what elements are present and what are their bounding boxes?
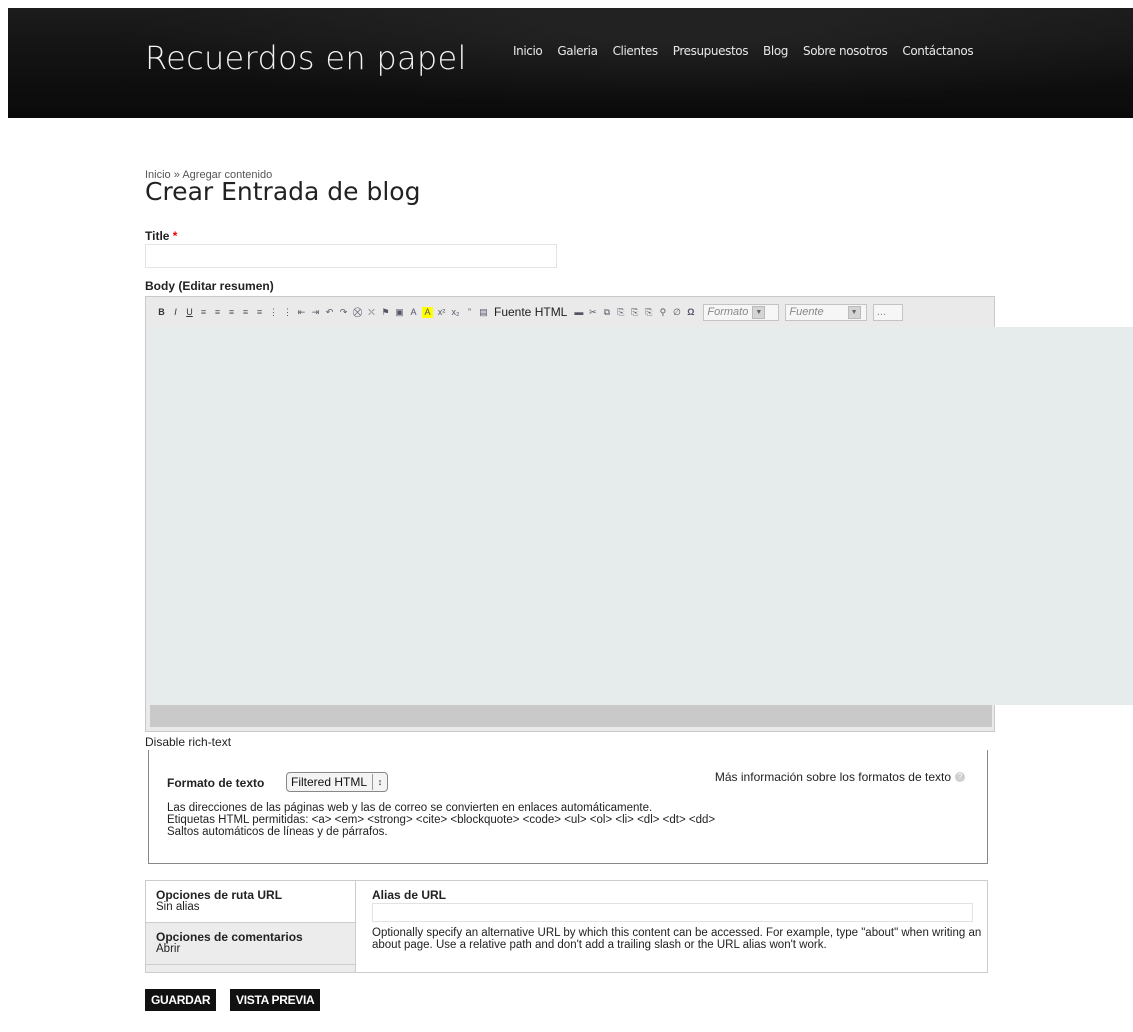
blockquote-icon[interactable]: ”	[464, 307, 475, 318]
align-left-icon[interactable]: ≡	[212, 307, 223, 318]
underline-icon[interactable]: U	[184, 307, 195, 318]
special-char-icon[interactable]: Ω	[685, 307, 696, 318]
align-justify-icon[interactable]: ≡	[254, 307, 265, 318]
text-format-help-link[interactable]: Más información sobre los formatos de te…	[715, 770, 965, 784]
font-dropdown[interactable]: Fuente ▼	[785, 303, 868, 321]
source-html-button[interactable]: Fuente HTML	[494, 305, 567, 319]
image-icon[interactable]: ▣	[394, 307, 405, 318]
title-input[interactable]	[145, 244, 557, 268]
tab-comment-settings[interactable]: Opciones de comentarios Abrir	[146, 923, 355, 965]
rich-text-editor: B I U ≡ ≡ ≡ ≡ ≡ ⋮ ⋮ ⇤ ⇥ ↶ ↷ ⛒ ⛌ ⚑ ▣ A A …	[145, 296, 1133, 732]
source-icon[interactable]: ▤	[478, 307, 489, 318]
title-label-text: Title	[145, 229, 170, 243]
site-header: Recuerdos en papel Inicio Galeria Client…	[8, 8, 1133, 118]
required-mark: *	[172, 229, 178, 243]
vertical-tab-list: Opciones de ruta URL Sin alias Opciones …	[146, 881, 356, 965]
site-name[interactable]: Recuerdos en papel	[145, 39, 467, 77]
nav-inicio[interactable]: Inicio	[513, 44, 543, 58]
disable-rich-text-link[interactable]: Disable rich-text	[145, 735, 231, 749]
outdent-icon[interactable]: ⇤	[296, 307, 307, 318]
chevron-down-icon: ▼	[752, 305, 766, 319]
tab-title: Opciones de comentarios	[156, 930, 303, 944]
nav-galeria[interactable]: Galeria	[557, 44, 598, 58]
superscript-icon[interactable]: x²	[436, 307, 447, 318]
paste-icon[interactable]: ⎘	[615, 307, 626, 318]
bg-color-icon[interactable]: A	[422, 306, 433, 318]
nav-blog[interactable]: Blog	[763, 44, 788, 58]
nav-presupuestos[interactable]: Presupuestos	[673, 44, 749, 58]
more-dropdown[interactable]: ...	[873, 303, 904, 321]
filter-tips: Las direcciones de las páginas web y las…	[167, 802, 715, 838]
filter-tip: Etiquetas HTML permitidas: <a> <em> <str…	[167, 814, 716, 826]
tab-summary: Sin alias	[156, 901, 200, 913]
help-icon: ?	[955, 772, 965, 782]
undo-icon[interactable]: ↶	[324, 307, 335, 318]
vertical-tabs: Opciones de ruta URL Sin alias Opciones …	[145, 880, 988, 973]
text-format-select[interactable]: Filtered HTML ↕	[286, 772, 389, 792]
text-format-label: Formato de texto	[167, 776, 265, 790]
remove-format-icon[interactable]: ∅	[671, 307, 682, 318]
chevron-down-icon: ▼	[847, 305, 861, 319]
nav-contactanos[interactable]: Contáctanos	[902, 44, 973, 58]
cut-icon[interactable]: ✂	[587, 307, 598, 318]
format-dropdown[interactable]: Formato ▼	[703, 303, 780, 321]
save-button[interactable]: GUARDAR	[145, 989, 217, 1011]
tab-url-path-settings[interactable]: Opciones de ruta URL Sin alias	[146, 881, 356, 923]
bulleted-list-icon[interactable]: ⋮	[268, 307, 279, 318]
anchor-icon[interactable]: ⚑	[380, 307, 391, 318]
horizontal-rule-icon[interactable]: ▬	[573, 307, 584, 318]
link-icon[interactable]: ⛒	[352, 307, 363, 318]
up-down-arrows-icon: ↕	[377, 777, 383, 787]
nav-clientes[interactable]: Clientes	[613, 44, 659, 58]
main-nav: Inicio Galeria Clientes Presupuestos Blo…	[513, 44, 988, 58]
text-format-wrapper: Formato de texto Filtered HTML ↕ Más inf…	[148, 750, 988, 864]
text-format-selected: Filtered HTML	[291, 775, 368, 789]
editor-content-area[interactable]	[150, 327, 1133, 705]
subscript-icon[interactable]: x₂	[450, 307, 461, 318]
text-color-icon[interactable]: A	[408, 307, 419, 318]
align-center-icon[interactable]: ≡	[226, 307, 237, 318]
numbered-list-icon[interactable]: ⋮	[282, 307, 293, 318]
page-title: Crear Entrada de blog	[145, 177, 421, 206]
text-format-help-text: Más información sobre los formatos de te…	[714, 770, 951, 784]
url-alias-label: Alias de URL	[372, 888, 447, 902]
more-dropdown-label: ...	[877, 306, 887, 318]
preview-button[interactable]: VISTA PREVIA	[230, 989, 321, 1011]
paste-word-icon[interactable]: ⎘	[643, 307, 654, 318]
filter-tip: Saltos automáticos de líneas y de párraf…	[167, 826, 388, 838]
body-label: Body (Editar resumen)	[145, 279, 274, 293]
tab-title: Opciones de ruta URL	[156, 888, 283, 902]
italic-icon[interactable]: I	[170, 307, 181, 318]
unlink-icon[interactable]: ⛌	[366, 307, 377, 318]
url-alias-description: Optionally specify an alternative URL by…	[372, 927, 982, 951]
paste-text-icon[interactable]: ⎘	[629, 307, 640, 318]
find-icon[interactable]: ⚲	[657, 307, 668, 318]
format-dropdown-label: Formato	[707, 306, 749, 318]
url-alias-input[interactable]	[372, 903, 973, 922]
align-right-icon[interactable]: ≡	[240, 307, 251, 318]
indent-icon[interactable]: ⇥	[310, 307, 321, 318]
copy-icon[interactable]: ⧉	[601, 307, 612, 318]
strikethrough-icon[interactable]: ≡	[198, 307, 209, 318]
editor-toolbar: B I U ≡ ≡ ≡ ≡ ≡ ⋮ ⋮ ⇤ ⇥ ↶ ↷ ⛒ ⛌ ⚑ ▣ A A …	[146, 297, 1133, 327]
editor-statusbar	[150, 705, 992, 727]
redo-icon[interactable]: ↷	[338, 307, 349, 318]
title-label: Title *	[145, 229, 177, 243]
bold-icon[interactable]: B	[156, 307, 167, 318]
filter-tip: Las direcciones de las páginas web y las…	[167, 802, 653, 814]
font-dropdown-label: Fuente	[789, 306, 824, 318]
nav-sobre-nosotros[interactable]: Sobre nosotros	[803, 44, 888, 58]
url-alias-pane: Alias de URL Optionally specify an alter…	[355, 881, 987, 972]
tab-summary: Abrir	[156, 943, 181, 955]
